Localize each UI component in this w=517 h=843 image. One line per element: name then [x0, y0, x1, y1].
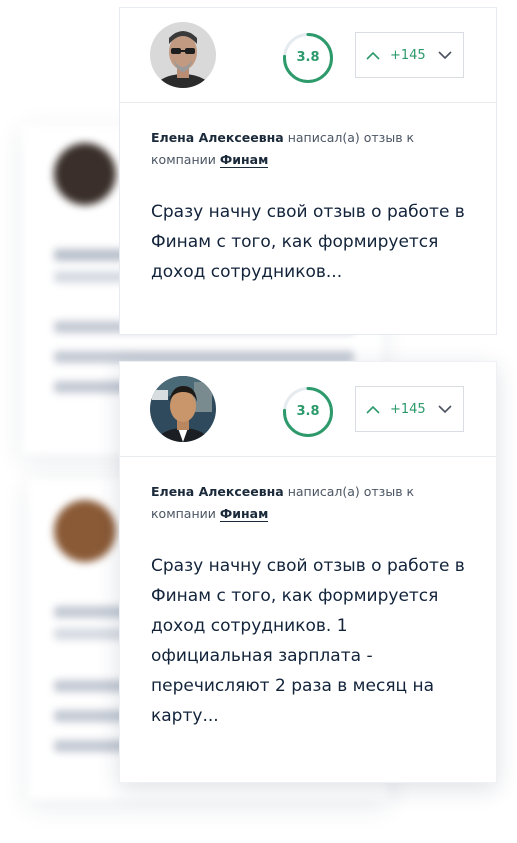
- avatar[interactable]: [150, 22, 216, 88]
- company-link[interactable]: Финам: [219, 152, 269, 168]
- chevron-up-icon: [366, 51, 380, 60]
- author-name[interactable]: Елена Алексеевна: [151, 484, 284, 499]
- vote-control: +145: [355, 386, 464, 432]
- downvote-button[interactable]: [428, 387, 462, 431]
- review-card-header: 3.8 +145: [120, 8, 496, 103]
- review-text[interactable]: Сразу начну свой отзыв о работе в Финам …: [151, 551, 466, 731]
- rating-value: 3.8: [296, 404, 320, 419]
- upvote-button[interactable]: [356, 33, 390, 77]
- background-avatar: [54, 500, 116, 562]
- review-card-body: Елена Алексеевна написал(а) отзыв к комп…: [120, 457, 496, 731]
- chevron-up-icon: [366, 405, 380, 414]
- rating-value: 3.8: [296, 50, 320, 65]
- review-text[interactable]: Сразу начну свой отзыв о работе в Финам …: [151, 197, 466, 287]
- review-card: 3.8 +145 Елена Алексеевна написал(а) отз…: [119, 361, 497, 783]
- upvote-button[interactable]: [356, 387, 390, 431]
- review-meta: Елена Алексеевна написал(а) отзыв к комп…: [151, 481, 466, 525]
- review-card: 3.8 +145 Елена Алексеевна написал(а) отз…: [119, 7, 497, 335]
- vote-count: +145: [390, 401, 426, 417]
- avatar[interactable]: [150, 376, 216, 442]
- author-name[interactable]: Елена Алексеевна: [151, 130, 284, 145]
- company-link[interactable]: Финам: [219, 506, 269, 522]
- chevron-down-icon: [438, 404, 452, 413]
- rating-ring: 3.8: [282, 386, 334, 438]
- review-card-header: 3.8 +145: [120, 362, 496, 457]
- review-meta: Елена Алексеевна написал(а) отзыв к комп…: [151, 127, 466, 171]
- downvote-button[interactable]: [428, 33, 462, 77]
- chevron-down-icon: [438, 50, 452, 59]
- review-card-body: Елена Алексеевна написал(а) отзыв к комп…: [120, 103, 496, 287]
- background-avatar: [54, 143, 116, 205]
- vote-control: +145: [355, 32, 464, 78]
- vote-count: +145: [390, 47, 426, 63]
- rating-ring: 3.8: [282, 32, 334, 84]
